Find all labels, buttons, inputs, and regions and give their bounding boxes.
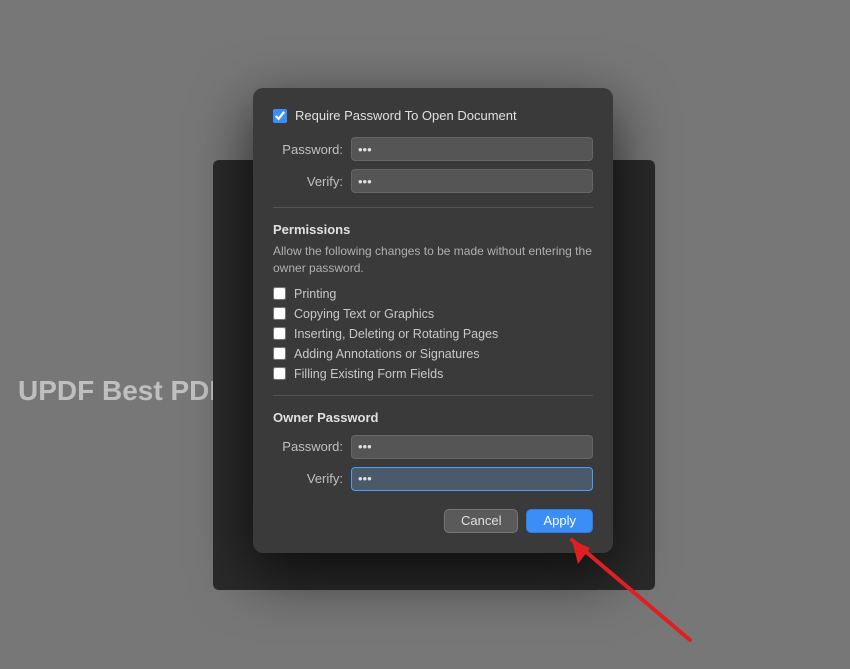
permission-forms-label: Filling Existing Form Fields [294,367,443,381]
divider-2 [273,395,593,396]
owner-password-section: Owner Password Password: Verify: [273,410,593,491]
require-password-row: Require Password To Open Document [273,108,593,123]
open-verify-input[interactable] [351,169,593,193]
divider-1 [273,207,593,208]
permission-forms-checkbox[interactable] [273,367,286,380]
permission-printing-label: Printing [294,287,336,301]
require-password-label: Require Password To Open Document [295,108,517,123]
cancel-button[interactable]: Cancel [444,509,518,533]
permission-forms-row: Filling Existing Form Fields [273,367,593,381]
permission-inserting-row: Inserting, Deleting or Rotating Pages [273,327,593,341]
permission-inserting-checkbox[interactable] [273,327,286,340]
open-password-input[interactable] [351,137,593,161]
dialog-buttons: Cancel Apply [273,509,593,533]
permission-annotations-checkbox[interactable] [273,347,286,360]
owner-password-label: Password: [273,439,343,454]
open-verify-row: Verify: [273,169,593,193]
permission-annotations-row: Adding Annotations or Signatures [273,347,593,361]
permission-copying-row: Copying Text or Graphics [273,307,593,321]
permission-copying-label: Copying Text or Graphics [294,307,434,321]
open-password-row: Password: [273,137,593,161]
permissions-title: Permissions [273,222,593,237]
permission-printing-checkbox[interactable] [273,287,286,300]
owner-verify-label: Verify: [273,471,343,486]
permission-printing-row: Printing [273,287,593,301]
owner-password-title: Owner Password [273,410,593,425]
permission-annotations-label: Adding Annotations or Signatures [294,347,480,361]
require-password-checkbox[interactable] [273,109,287,123]
permissions-description: Allow the following changes to be made w… [273,243,593,277]
permission-copying-checkbox[interactable] [273,307,286,320]
password-dialog: Require Password To Open Document Passwo… [253,88,613,553]
owner-verify-input[interactable] [351,467,593,491]
permissions-section: Permissions Allow the following changes … [273,222,593,381]
owner-password-row: Password: [273,435,593,459]
open-password-label: Password: [273,142,343,157]
open-verify-label: Verify: [273,174,343,189]
apply-button[interactable]: Apply [526,509,593,533]
owner-verify-row: Verify: [273,467,593,491]
permission-inserting-label: Inserting, Deleting or Rotating Pages [294,327,498,341]
owner-password-input[interactable] [351,435,593,459]
